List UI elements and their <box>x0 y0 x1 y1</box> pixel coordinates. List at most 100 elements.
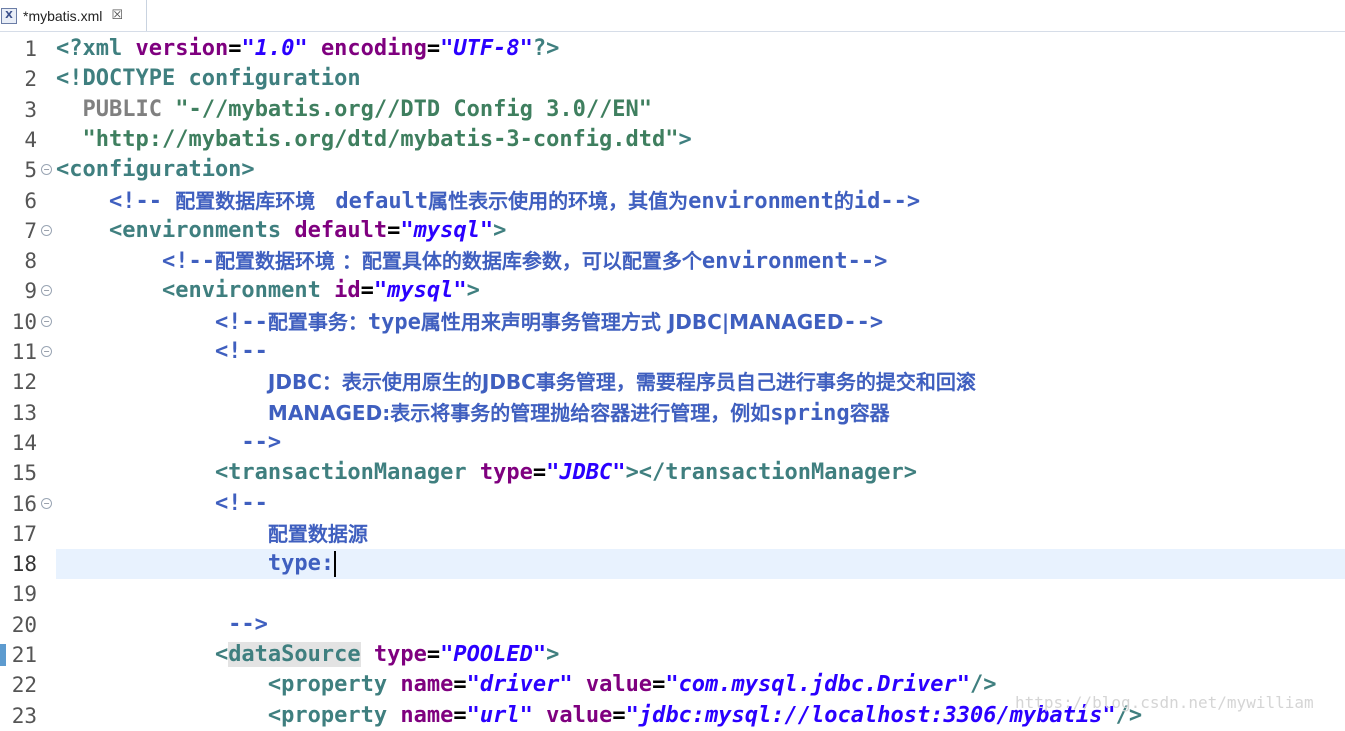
line-number: 2 <box>24 67 37 91</box>
line-gutter: 12 <box>0 367 56 397</box>
code-line[interactable]: 1 <?xml version="1.0" encoding="UTF-8"?> <box>0 34 1345 64</box>
line-gutter: 3 <box>0 95 56 125</box>
token-cm: environment--> <box>701 249 888 274</box>
token-tag: <configuration> <box>56 157 255 182</box>
token-cm: <!-- <box>56 189 176 214</box>
token-pi: <!DOCTYPE configuration <box>56 66 361 91</box>
token-attr: default <box>294 218 388 243</box>
fold-collapse-icon[interactable]: − <box>41 225 52 236</box>
token-cm: environment <box>688 189 834 214</box>
code-text[interactable]: --> <box>56 428 1345 458</box>
token-eq: = <box>426 642 441 667</box>
code-text[interactable]: <!--配置事务：type属性用来声明事务管理方式 JDBC|MANAGED--… <box>56 307 1345 337</box>
token-val: "UTF-8" <box>440 36 533 61</box>
code-line[interactable]: 14 --> <box>0 428 1345 458</box>
code-text[interactable]: <dataSource type="POOLED"> <box>56 640 1345 670</box>
line-gutter: 22 <box>0 670 56 700</box>
fold-collapse-icon[interactable]: − <box>41 316 52 327</box>
fold-collapse-icon[interactable]: − <box>41 164 52 175</box>
token-val: "JDBC" <box>546 460 626 485</box>
code-text[interactable]: <transactionManager type="JDBC"></transa… <box>56 458 1345 488</box>
code-line[interactable]: 18 type: <box>0 549 1345 579</box>
code-line[interactable]: 12 JDBC：表示使用原生的JDBC事务管理，需要程序员自己进行事务的提交和回… <box>0 367 1345 397</box>
line-gutter: 7− <box>0 216 56 246</box>
line-number: 19 <box>11 582 37 606</box>
code-text[interactable]: <environments default="mysql"> <box>56 216 1345 246</box>
token-tag: < <box>56 642 229 667</box>
token-attr: version <box>135 36 229 61</box>
tab-mybatis-xml[interactable]: X *mybatis.xml ☒ <box>0 0 147 31</box>
code-text[interactable]: <?xml version="1.0" encoding="UTF-8"?> <box>56 34 1345 64</box>
token-val: "driver" <box>466 672 573 697</box>
code-text[interactable]: <environment id="mysql"> <box>56 276 1345 306</box>
line-gutter: 5− <box>0 155 56 185</box>
close-icon[interactable]: ☒ <box>111 8 123 23</box>
code-line[interactable]: 19 <box>0 579 1345 609</box>
code-text[interactable]: type: <box>56 549 1345 579</box>
code-text[interactable]: "http://mybatis.org/dtd/mybatis-3-config… <box>56 125 1345 155</box>
code-line[interactable]: 9− <environment id="mysql"> <box>0 276 1345 306</box>
code-editor[interactable]: 1 <?xml version="1.0" encoding="UTF-8"?> 2… <box>0 34 1345 730</box>
code-line[interactable]: 4 "http://mybatis.org/dtd/mybatis-3-conf… <box>0 125 1345 155</box>
line-number: 3 <box>24 98 37 122</box>
line-number: 6 <box>24 189 37 213</box>
code-line[interactable]: 8 <!--配置数据环境 ：配置具体的数据库参数，可以配置多个environme… <box>0 246 1345 276</box>
code-line[interactable]: 17 配置数据源 <box>0 519 1345 549</box>
code-text[interactable] <box>56 579 1345 609</box>
line-gutter: 2 <box>0 64 56 94</box>
token-docstr: "http://mybatis.org/dtd/mybatis-3-config… <box>56 127 679 152</box>
token-tag: <environment <box>56 278 335 303</box>
change-marker <box>0 644 6 666</box>
code-line[interactable]: 6 <!-- 配置数据库环境 default属性表示使用的环境，其值为envir… <box>0 186 1345 216</box>
code-text[interactable]: JDBC：表示使用原生的JDBC事务管理，需要程序员自己进行事务的提交和回滚 <box>56 367 1345 397</box>
fold-collapse-icon[interactable]: − <box>41 498 52 509</box>
line-number: 4 <box>24 128 37 152</box>
token-eq: = <box>453 672 467 697</box>
code-line[interactable]: 5− <configuration> <box>0 155 1345 185</box>
token-cmt: 配置事务： <box>267 310 368 334</box>
line-number: 18 <box>11 552 37 576</box>
code-line[interactable]: 13 MANAGED:表示将事务的管理抛给容器进行管理，例如spring容器 <box>0 398 1345 428</box>
code-line[interactable]: 21 <dataSource type="POOLED"> <box>0 640 1345 670</box>
code-line[interactable]: 15 <transactionManager type="JDBC"></tra… <box>0 458 1345 488</box>
token-attr: name <box>400 672 454 697</box>
code-text[interactable]: <!-- <box>56 489 1345 519</box>
token-cmt: 属性表示使用的环境，其值为 <box>428 189 689 213</box>
code-text[interactable]: --> <box>56 610 1345 640</box>
line-number: 15 <box>11 461 37 485</box>
code-line[interactable]: 10− <!--配置事务：type属性用来声明事务管理方式 JDBC|MANAG… <box>0 307 1345 337</box>
code-text[interactable]: <!DOCTYPE configuration <box>56 64 1345 94</box>
code-line[interactable]: 2 <!DOCTYPE configuration <box>0 64 1345 94</box>
code-text[interactable]: 配置数据源 <box>56 519 1345 549</box>
code-line[interactable]: 20 --> <box>0 610 1345 640</box>
token-cm: <!-- <box>56 249 215 274</box>
code-text[interactable]: <!-- <box>56 337 1345 367</box>
fold-collapse-icon[interactable]: − <box>41 285 52 296</box>
code-line[interactable]: 3 PUBLIC "-//mybatis.org//DTD Config 3.0… <box>0 95 1345 125</box>
token-eq: = <box>228 36 242 61</box>
token-docstr: "-//mybatis.org//DTD Config 3.0//EN" <box>175 97 653 122</box>
token-eq: = <box>360 278 374 303</box>
code-line[interactable]: 11− <!-- <box>0 337 1345 367</box>
code-line[interactable]: 7− <environments default="mysql"> <box>0 216 1345 246</box>
code-line[interactable]: 16− <!-- <box>0 489 1345 519</box>
code-text[interactable]: PUBLIC "-//mybatis.org//DTD Config 3.0//… <box>56 95 1345 125</box>
token-val: "mysql" <box>400 218 494 243</box>
token-cmt: 配置数据源 <box>267 522 368 546</box>
code-text[interactable]: <configuration> <box>56 155 1345 185</box>
line-number: 22 <box>11 673 37 697</box>
token-tag: <property <box>56 672 401 697</box>
token-tag: ></transactionManager> <box>625 460 917 485</box>
line-gutter: 23 <box>0 701 56 731</box>
token-cm: <!-- <box>56 339 268 364</box>
code-text[interactable]: <!-- 配置数据库环境 default属性表示使用的环境，其值为environ… <box>56 186 1345 216</box>
token-eq: = <box>532 460 547 485</box>
fold-collapse-icon[interactable]: − <box>41 346 52 357</box>
token-cm <box>56 522 268 547</box>
code-text[interactable]: MANAGED:表示将事务的管理抛给容器进行管理，例如spring容器 <box>56 398 1345 428</box>
token-attr: id <box>334 278 361 303</box>
token-eq <box>308 36 321 61</box>
token-cm: id--> <box>853 189 921 214</box>
token-doc: PUBLIC <box>56 97 176 122</box>
code-text[interactable]: <!--配置数据环境 ：配置具体的数据库参数，可以配置多个environment… <box>56 246 1345 276</box>
